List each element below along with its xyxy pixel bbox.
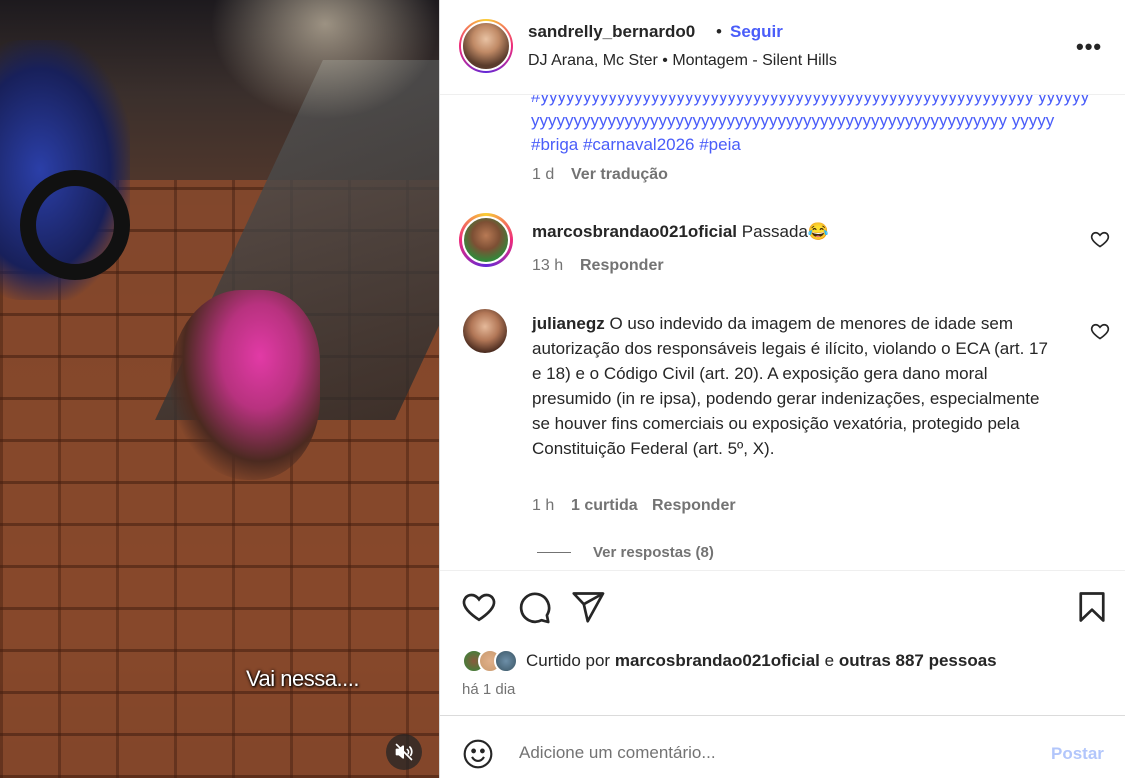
commenter-avatar[interactable] [463,309,507,353]
comment-likes-count[interactable]: 1 curtida [571,497,638,515]
comment-age: 1 h [532,497,555,514]
reel-video[interactable]: Vai nessa.... [0,0,439,778]
comment-text: Passada😂 [741,222,830,241]
caption-hashtags[interactable]: #briga #carnaval2026 #peia [531,135,741,154]
emoji-icon[interactable] [462,738,494,770]
likes-conj: e [824,651,835,670]
caption-hashtag-long[interactable]: #yyyyyyyyyyyyyyyyyyyyyyyyyyyyyyyyyyyyyyy… [531,95,1089,130]
comment-body: marcosbrandao021oficial Passada😂 [532,219,1052,244]
video-background-lights [210,0,439,120]
share-icon[interactable] [570,589,606,625]
reply-button[interactable]: Responder [652,497,736,515]
author-avatar[interactable] [459,19,513,73]
heart-icon[interactable] [461,589,497,625]
comment-username[interactable]: marcosbrandao021oficial [532,222,737,241]
likes-prefix: Curtido por [526,651,611,670]
author-username[interactable]: sandrelly_bernardo0 [528,22,695,42]
follow-button[interactable]: Seguir [730,22,783,42]
post-panel: sandrelly_bernardo0 • Seguir DJ Arana, M… [439,0,1125,778]
post-actions: Curtido por marcosbrandao021oficial e ou… [440,570,1125,715]
post-time[interactable]: há 1 dia [462,681,515,698]
translate-link[interactable]: Ver tradução [571,166,668,184]
comment-age: 13 h [532,257,564,274]
speaker-muted-icon [395,743,413,761]
header-separator: • [716,22,722,41]
post-caption-hashtags: #yyyyyyyyyyyyyyyyyyyyyyyyyyyyyyyyyyyyyyy… [531,95,1091,157]
comment-input[interactable] [517,742,1021,764]
mute-button[interactable] [386,734,422,770]
view-replies-label[interactable]: Ver respostas (8) [593,544,714,561]
likes-others-link[interactable]: outras 887 pessoas [839,651,997,671]
video-motorcycle-wheel [20,170,130,280]
comment-like-icon[interactable] [1090,229,1110,249]
likes-user-link[interactable]: marcosbrandao021oficial [615,651,820,671]
comment-icon[interactable] [516,589,552,625]
bookmark-icon[interactable] [1074,589,1110,625]
add-comment-bar: Postar [440,715,1125,778]
more-options-icon[interactable]: ••• [1076,34,1102,60]
liker-avatar [494,649,518,673]
comment-username[interactable]: julianegz [532,314,605,333]
view-replies-button[interactable]: Ver respostas (8) [537,544,714,561]
comments-list[interactable]: #yyyyyyyyyyyyyyyyyyyyyyyyyyyyyyyyyyyyyyy… [440,95,1125,570]
commenter-avatar[interactable] [459,213,513,267]
post-comment-button[interactable]: Postar [1051,744,1104,764]
likes-summary: Curtido por marcosbrandao021oficial e ou… [462,649,997,673]
comment-text: O uso indevido da imagem de menores de i… [532,314,1048,458]
replies-divider [537,552,571,553]
comment-like-icon[interactable] [1090,321,1110,341]
video-caption: Vai nessa.... [246,666,359,691]
audio-track-link[interactable]: DJ Arana, Mc Ster • Montagem - Silent Hi… [528,52,837,70]
post-header: sandrelly_bernardo0 • Seguir DJ Arana, M… [440,0,1125,95]
reply-button[interactable]: Responder [580,257,664,275]
caption-age: 1 d [532,166,555,183]
comment-body: julianegz O uso indevido da imagem de me… [532,311,1062,461]
